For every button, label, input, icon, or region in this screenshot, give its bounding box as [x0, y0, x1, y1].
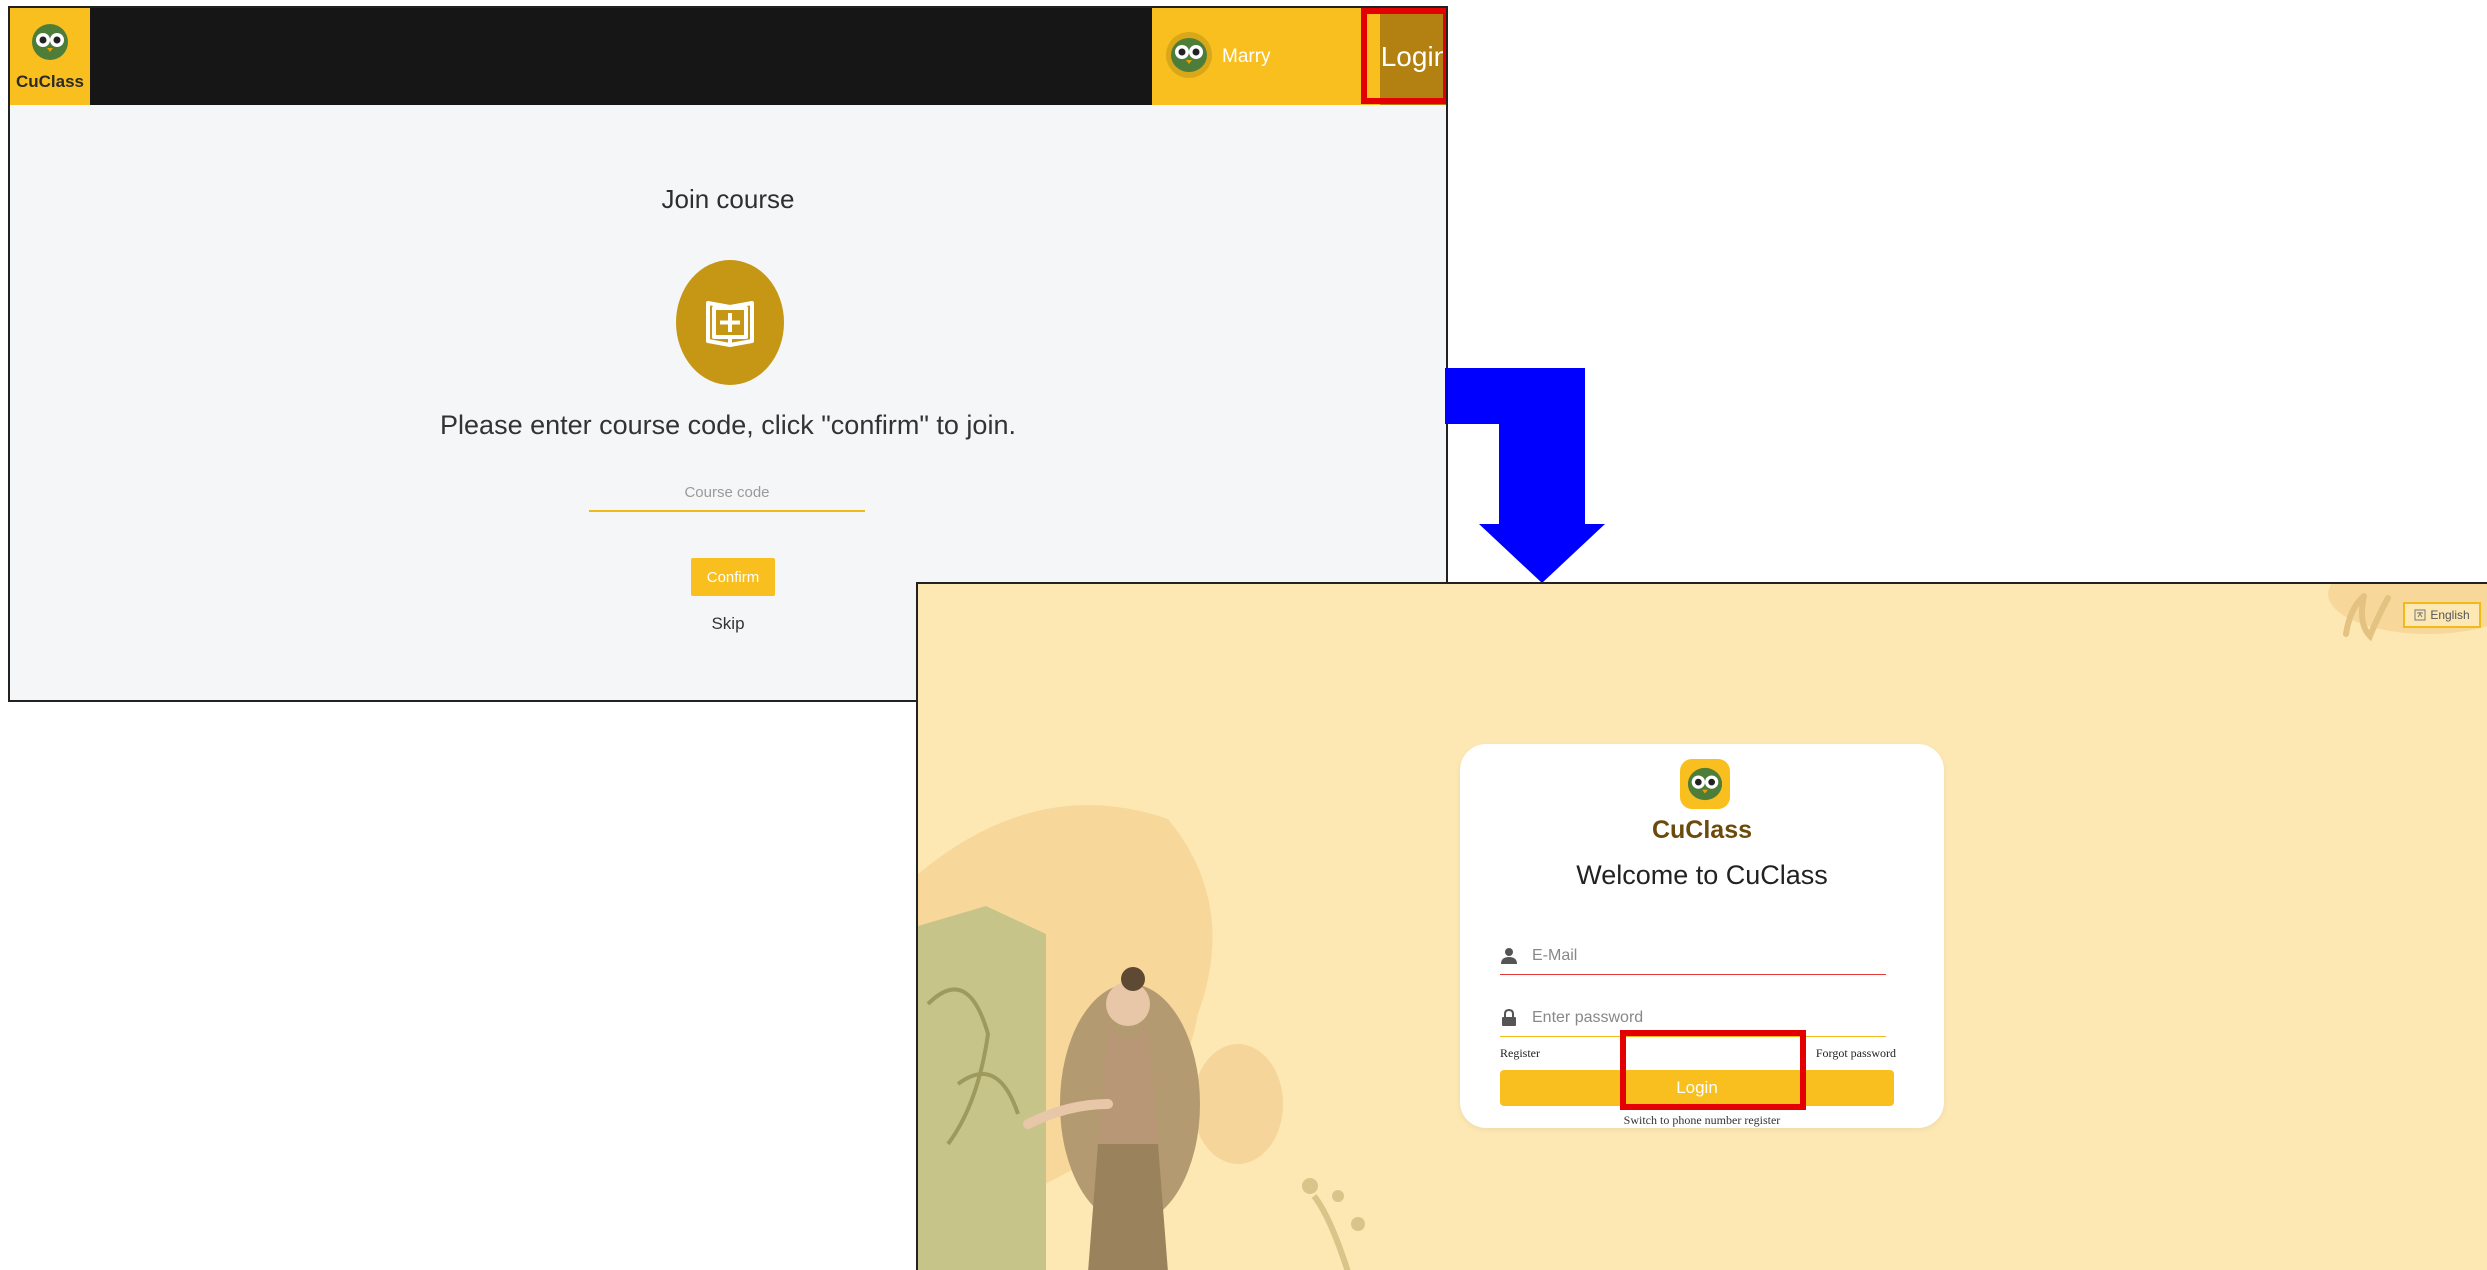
switch-register-link[interactable]: Switch to phone number register — [1460, 1113, 1944, 1128]
brand-name: CuClass — [1651, 816, 1753, 844]
email-field — [1500, 938, 1886, 975]
welcome-heading: Welcome to CuClass — [1576, 860, 1828, 890]
language-switcher[interactable]: English — [2403, 602, 2481, 628]
owl-logo-icon — [32, 24, 68, 60]
highlight-box — [1361, 8, 1446, 104]
instruction-text: Please enter course code, click "confirm… — [440, 410, 1016, 440]
user-menu[interactable]: Marry — [1152, 8, 1363, 105]
confirm-button[interactable]: Confirm — [691, 558, 775, 596]
user-icon — [1501, 948, 1517, 964]
register-link[interactable]: Register — [1500, 1046, 1540, 1061]
course-code-input[interactable] — [589, 474, 865, 512]
book-plus-icon — [706, 301, 754, 347]
avatar-icon — [1166, 32, 1212, 78]
language-label: English — [2430, 608, 2470, 622]
forgot-password-link[interactable]: Forgot password — [1816, 1046, 1896, 1061]
logo-text: CuClass — [15, 72, 85, 91]
language-icon — [2414, 609, 2426, 621]
email-input[interactable] — [1530, 938, 1884, 974]
username: Marry — [1222, 46, 1271, 67]
arrow-down-icon — [1445, 368, 1605, 583]
highlight-box — [1620, 1030, 1806, 1110]
login-screen: English CuClass Welcome to CuClass E-Mai… — [916, 582, 2487, 1270]
owl-logo-icon — [1687, 767, 1723, 801]
app-logo — [1680, 759, 1730, 809]
lock-icon — [1502, 1009, 1516, 1026]
join-course-illustration — [676, 260, 784, 385]
page-title: Join course — [661, 184, 795, 214]
app-logo[interactable]: CuClass — [10, 8, 90, 105]
